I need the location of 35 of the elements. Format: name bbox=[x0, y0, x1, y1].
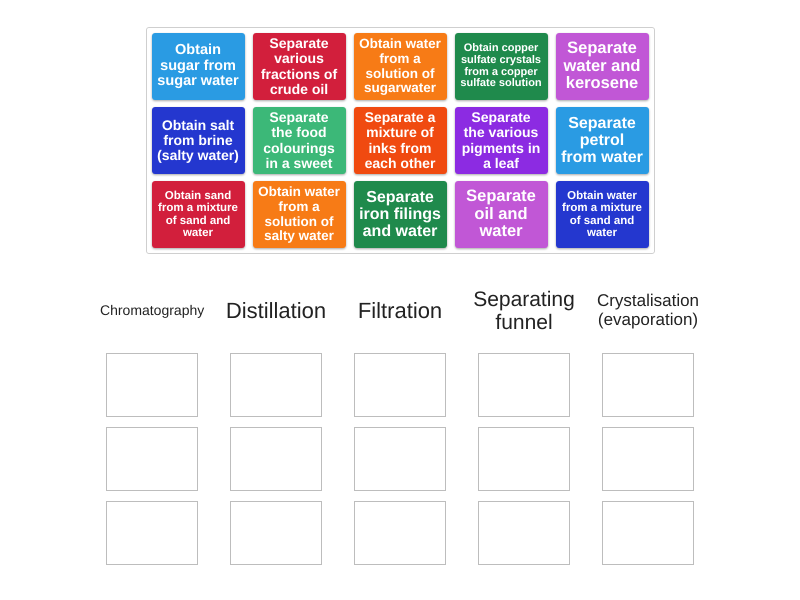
drop-zone[interactable] bbox=[106, 427, 198, 491]
drop-zone[interactable] bbox=[602, 353, 694, 417]
drop-zone[interactable] bbox=[602, 501, 694, 565]
column-heading: Distillation bbox=[224, 298, 328, 324]
drop-zone[interactable] bbox=[354, 427, 446, 491]
answer-tile[interactable]: Obtain sugar from sugar water bbox=[152, 33, 244, 100]
answer-tile[interactable]: Obtain salt from brine (salty water) bbox=[152, 107, 244, 174]
drop-zone[interactable] bbox=[478, 427, 570, 491]
answer-tile[interactable]: Obtain sand from a mixture of sand and water bbox=[152, 181, 244, 248]
drop-zone[interactable] bbox=[230, 427, 322, 491]
answer-tile[interactable]: Separate oil and water bbox=[454, 181, 548, 248]
answer-tile[interactable]: Separate water and kerosene bbox=[556, 33, 648, 100]
answer-tile[interactable]: Separate a mixture of inks from each other bbox=[354, 107, 446, 174]
drop-zone[interactable] bbox=[106, 501, 198, 565]
answer-tile[interactable]: Separate various fractions of crude oil bbox=[252, 33, 346, 100]
column-heading: Filtration bbox=[356, 298, 444, 324]
column-heading: Chromatography bbox=[100, 303, 204, 319]
answer-tile[interactable]: Obtain copper sulfate crystals from a copper sulfate solution bbox=[454, 33, 548, 100]
answer-tile[interactable]: Obtain water from a solution of salty water bbox=[252, 181, 346, 248]
drop-zone[interactable] bbox=[230, 353, 322, 417]
drop-zone[interactable] bbox=[106, 353, 198, 417]
drop-zone[interactable] bbox=[602, 427, 694, 491]
column-heading: Crystalisation (evaporation) bbox=[596, 292, 700, 330]
drop-zone[interactable] bbox=[478, 501, 570, 565]
answer-tile[interactable]: Separate the various pigments in a leaf bbox=[454, 107, 548, 174]
answer-tile[interactable]: Separate the food colourings in a sweet bbox=[252, 107, 346, 174]
drop-zone[interactable] bbox=[478, 353, 570, 417]
drop-zone[interactable] bbox=[354, 501, 446, 565]
drop-zone[interactable] bbox=[230, 501, 322, 565]
answer-tile[interactable]: Obtain water from a solution of sugarwater bbox=[354, 33, 446, 100]
drop-zone[interactable] bbox=[354, 353, 446, 417]
answer-tile[interactable]: Separate petrol from water bbox=[556, 107, 648, 174]
answer-tile[interactable]: Separate iron filings and water bbox=[354, 181, 446, 248]
answer-tile[interactable]: Obtain water from a mixture of sand and water bbox=[556, 181, 648, 248]
column-heading: Separating funnel bbox=[472, 288, 576, 334]
